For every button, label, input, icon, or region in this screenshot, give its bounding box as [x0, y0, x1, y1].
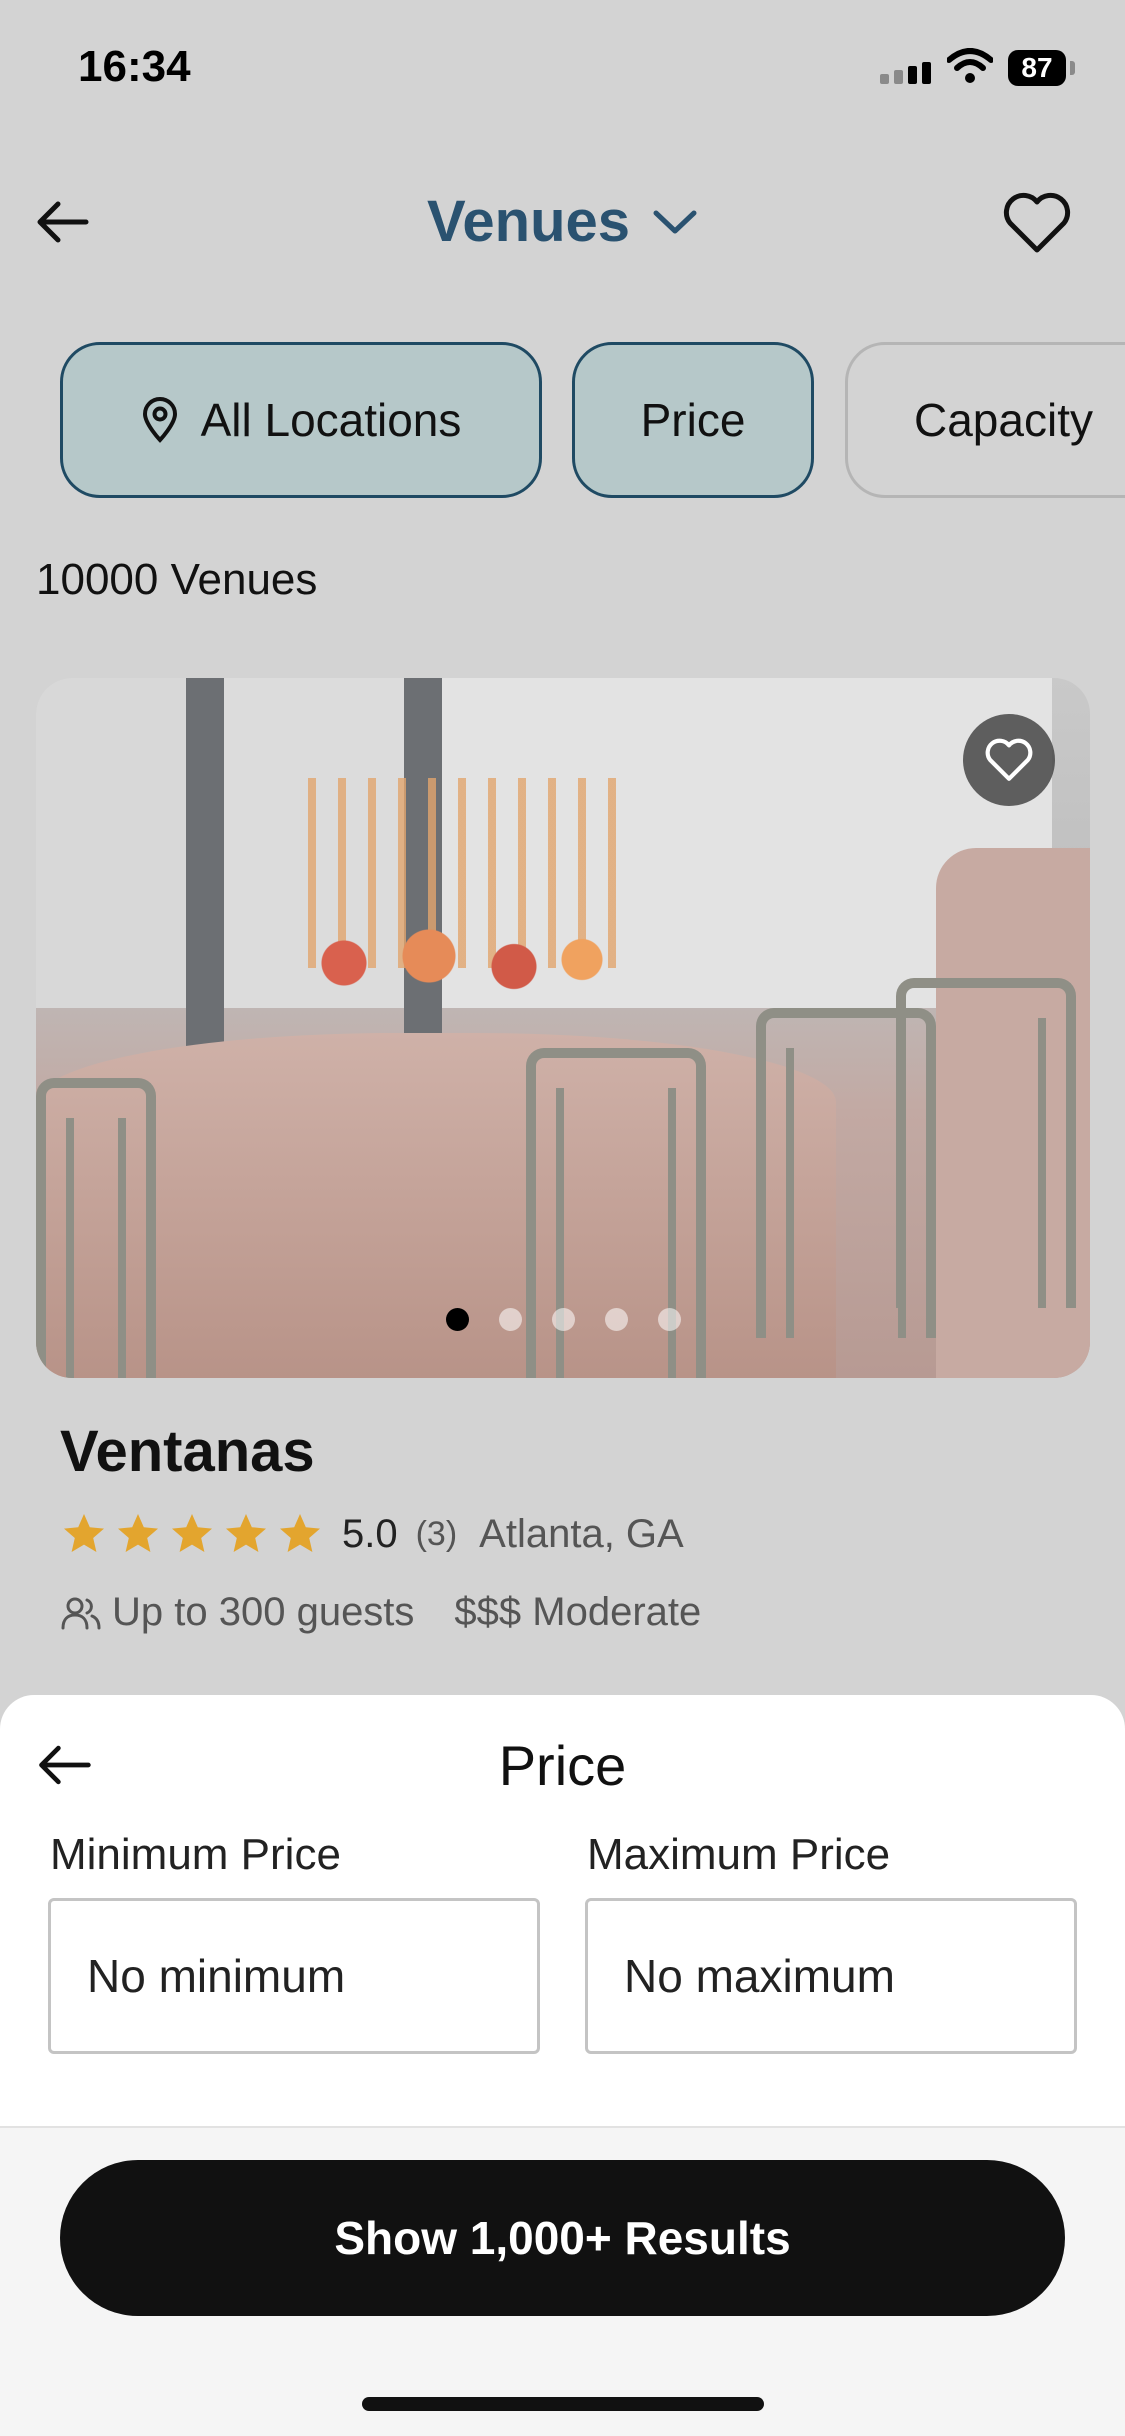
venue-location: Atlanta, GA: [479, 1511, 684, 1556]
cellular-signal-icon: [880, 62, 931, 84]
carousel-dot[interactable]: [499, 1308, 522, 1331]
maximum-price-label: Maximum Price: [587, 1830, 891, 1879]
save-venue-button[interactable]: [963, 714, 1055, 806]
price-tier: $$$ Moderate: [454, 1590, 702, 1634]
photo-pillar: [186, 678, 224, 1098]
maximum-price-select[interactable]: No maximum: [585, 1898, 1077, 2054]
carousel-dot[interactable]: [658, 1308, 681, 1331]
location-pin-icon: [142, 397, 177, 443]
category-dropdown[interactable]: Venues: [0, 188, 1125, 255]
page-title: Venues: [426, 189, 631, 254]
filter-chip-location-label: All Locations: [200, 394, 462, 446]
sheet-title: Price: [498, 1734, 627, 1797]
venue-name[interactable]: Ventanas: [60, 1418, 315, 1485]
status-time: 16:34: [78, 42, 191, 91]
battery-icon: 87: [1008, 50, 1066, 86]
carousel-dot[interactable]: [552, 1308, 575, 1331]
maximum-price-value: No maximum: [624, 1950, 895, 2002]
battery-tip: [1070, 61, 1075, 75]
photo-flowers: [276, 928, 616, 998]
photo-chair: [36, 1078, 156, 1378]
guest-capacity: Up to 300 guests: [112, 1590, 415, 1634]
venue-rating: 5.0 (3) Atlanta, GA: [60, 1510, 684, 1558]
guests-icon: [61, 1597, 101, 1629]
filter-chip-price[interactable]: Price: [572, 342, 814, 498]
star-icon: [280, 1514, 320, 1552]
price-filter-sheet: Price Minimum Price Maximum Price No min…: [0, 1695, 1125, 2436]
venue-photo-carousel[interactable]: [36, 678, 1090, 1378]
show-results-button[interactable]: Show 1,000+ Results: [60, 2160, 1065, 2316]
filter-chip-location[interactable]: All Locations: [60, 342, 542, 498]
carousel-dot[interactable]: [446, 1308, 469, 1331]
star-icon: [118, 1514, 158, 1552]
sheet-footer: Show 1,000+ Results: [0, 2126, 1125, 2436]
photo-round-table: [36, 1033, 836, 1378]
carousel-pagination: [446, 1308, 681, 1331]
results-count: 10000 Venues: [36, 555, 318, 604]
star-icon: [64, 1514, 104, 1552]
minimum-price-label: Minimum Price: [50, 1830, 341, 1879]
chevron-down-icon: [653, 210, 697, 233]
star-icon: [172, 1514, 212, 1552]
status-bar: 16:34 87: [0, 0, 1125, 130]
favorites-heart-icon[interactable]: [1002, 190, 1072, 256]
photo-window: [36, 678, 186, 1008]
review-count: (3): [415, 1514, 458, 1553]
wifi-icon: [947, 48, 993, 83]
home-indicator[interactable]: [362, 2397, 764, 2411]
minimum-price-select[interactable]: No minimum: [48, 1898, 540, 2054]
minimum-price-value: No minimum: [87, 1950, 346, 2002]
rating-value: 5.0: [342, 1511, 398, 1556]
heart-icon: [985, 738, 1033, 781]
star-icon: [226, 1514, 266, 1552]
filter-chip-price-label: Price: [640, 394, 746, 446]
carousel-dot[interactable]: [605, 1308, 628, 1331]
venue-meta: Up to 300 guests $$$ Moderate: [60, 1590, 701, 1635]
photo-chair: [896, 978, 1076, 1308]
filter-chip-capacity[interactable]: Capacity: [845, 342, 1125, 498]
filter-chip-capacity-label: Capacity: [914, 394, 1093, 446]
